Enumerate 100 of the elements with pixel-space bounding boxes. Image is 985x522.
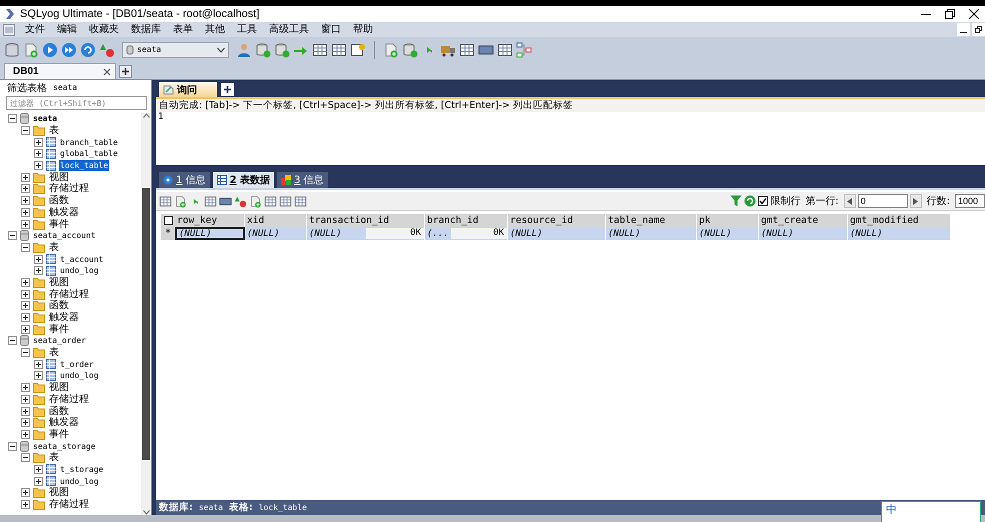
result-tab[interactable]: 1 信息 <box>159 172 210 188</box>
database-node[interactable]: seata <box>32 113 58 124</box>
table-icon[interactable] <box>279 194 292 208</box>
key-table-icon[interactable] <box>350 42 366 58</box>
database-node[interactable]: seata_storage <box>32 440 97 452</box>
expand-icon[interactable] <box>21 208 30 217</box>
new-tab-button[interactable] <box>119 65 132 78</box>
table-icon[interactable] <box>294 194 307 208</box>
collapse-icon[interactable] <box>21 242 30 252</box>
table-cell[interactable]: (NULL) <box>848 227 951 240</box>
expand-icon[interactable] <box>34 266 43 276</box>
expand-icon[interactable] <box>21 172 30 182</box>
result-tab[interactable]: 3 信息 <box>277 172 328 188</box>
table-node[interactable]: undo_log <box>59 476 100 487</box>
folder-node[interactable]: 存储过程 <box>48 288 90 300</box>
folder-node[interactable]: 存储过程 <box>48 499 90 510</box>
table-node[interactable]: undo_log <box>59 265 100 276</box>
restore-icon[interactable] <box>975 26 982 33</box>
table-node[interactable]: undo_log <box>59 370 100 382</box>
refresh-icon[interactable] <box>80 42 96 58</box>
page-plus-icon[interactable] <box>174 194 187 208</box>
expand-icon[interactable] <box>21 313 30 322</box>
collapse-icon[interactable] <box>8 114 17 124</box>
folder-node[interactable]: 触发器 <box>48 312 80 324</box>
chevron-up-icon[interactable] <box>142 113 150 118</box>
folder-node[interactable]: 表 <box>48 452 60 464</box>
close-icon[interactable] <box>103 68 111 76</box>
table-cell[interactable]: (NULL) <box>309 228 364 240</box>
menu-item[interactable]: 数据库 <box>125 22 167 37</box>
folder-node[interactable]: 触发器 <box>48 417 80 428</box>
expand-icon[interactable] <box>21 500 30 510</box>
connection-tab[interactable]: DB01 <box>4 63 116 79</box>
table-icon[interactable] <box>159 194 172 208</box>
db-down-icon[interactable] <box>274 42 290 58</box>
folder-node[interactable]: 事件 <box>48 324 70 335</box>
first-row-field[interactable]: 0 <box>858 194 908 208</box>
table-cell[interactable]: (NULL) <box>508 227 606 240</box>
menu-icon[interactable] <box>3 24 15 36</box>
table-icon[interactable] <box>331 42 347 58</box>
folder-node[interactable]: 视图 <box>48 276 70 288</box>
menu-item[interactable]: 其他 <box>199 22 231 37</box>
menu-item[interactable]: 收藏夹 <box>83 22 125 37</box>
table-cell[interactable]: (NULL) <box>175 227 245 240</box>
expand-icon[interactable] <box>34 254 43 264</box>
table-cell[interactable]: (NULL) <box>759 227 848 240</box>
db-down-icon[interactable] <box>255 42 271 58</box>
expand-icon[interactable] <box>21 278 30 287</box>
table-icon[interactable] <box>459 42 475 58</box>
table-cell[interactable]: (... <box>427 228 449 240</box>
table-icon[interactable] <box>312 42 328 58</box>
folder-node[interactable]: 触发器 <box>48 206 80 218</box>
table-icon[interactable] <box>204 194 217 208</box>
chevron-down-icon[interactable] <box>142 510 150 515</box>
collapse-icon[interactable] <box>8 442 17 451</box>
column-header[interactable]: gmt_modified <box>848 214 951 227</box>
ime-toolbar[interactable]: 中 <box>881 501 981 522</box>
row-count-field[interactable]: 1000 <box>955 194 985 208</box>
collapse-icon[interactable] <box>8 231 17 240</box>
restore-icon[interactable] <box>945 9 955 19</box>
menu-item[interactable]: 编辑 <box>51 22 83 37</box>
table-node[interactable]: branch_table <box>59 136 119 148</box>
shapes-icon[interactable] <box>99 42 115 58</box>
new-query-button[interactable] <box>221 83 234 96</box>
diagram-icon[interactable] <box>516 42 532 58</box>
menu-item[interactable]: 窗口 <box>315 22 347 37</box>
menu-item[interactable]: 工具 <box>231 22 263 37</box>
shapes-icon[interactable] <box>234 194 247 208</box>
expand-icon[interactable] <box>21 418 30 428</box>
column-header[interactable]: gmt_create <box>759 214 848 227</box>
filter-field[interactable]: 过滤器 (Ctrl+Shift+B) <box>6 96 147 110</box>
table-cell[interactable]: (NULL) <box>697 227 759 240</box>
folder-node[interactable]: 视图 <box>48 487 70 498</box>
folder-node[interactable]: 表 <box>48 242 60 253</box>
db-down-icon[interactable] <box>402 42 418 58</box>
refresh-icon[interactable] <box>744 195 756 207</box>
expand-icon[interactable] <box>21 383 30 392</box>
result-tab[interactable]: 2 表数据 <box>212 172 274 188</box>
query-tab[interactable]: 询问 <box>159 82 217 97</box>
database-select[interactable]: seata <box>122 42 229 58</box>
folder-node[interactable]: 事件 <box>48 428 70 440</box>
collapse-icon[interactable] <box>21 453 30 462</box>
expand-icon[interactable] <box>21 184 30 194</box>
page-plus-icon[interactable] <box>249 194 262 208</box>
menu-item[interactable]: 高级工具 <box>263 22 315 37</box>
menu-item[interactable]: 帮助 <box>347 22 379 37</box>
play-icon[interactable] <box>42 42 58 58</box>
expand-icon[interactable] <box>34 138 43 147</box>
folder-node[interactable]: 视图 <box>48 382 70 394</box>
expand-icon[interactable] <box>34 161 43 170</box>
expand-icon[interactable] <box>21 290 30 299</box>
page-plus-icon[interactable] <box>383 42 399 58</box>
checkbox-icon[interactable] <box>164 216 172 225</box>
column-header[interactable]: row_key <box>175 214 245 227</box>
table-node[interactable]: t_order <box>59 358 95 370</box>
database-icon[interactable] <box>4 42 20 58</box>
collapse-icon[interactable] <box>21 126 30 136</box>
table-icon[interactable] <box>497 42 513 58</box>
column-header[interactable]: pk <box>697 214 759 227</box>
expand-icon[interactable] <box>34 360 43 369</box>
expand-icon[interactable] <box>21 324 30 334</box>
